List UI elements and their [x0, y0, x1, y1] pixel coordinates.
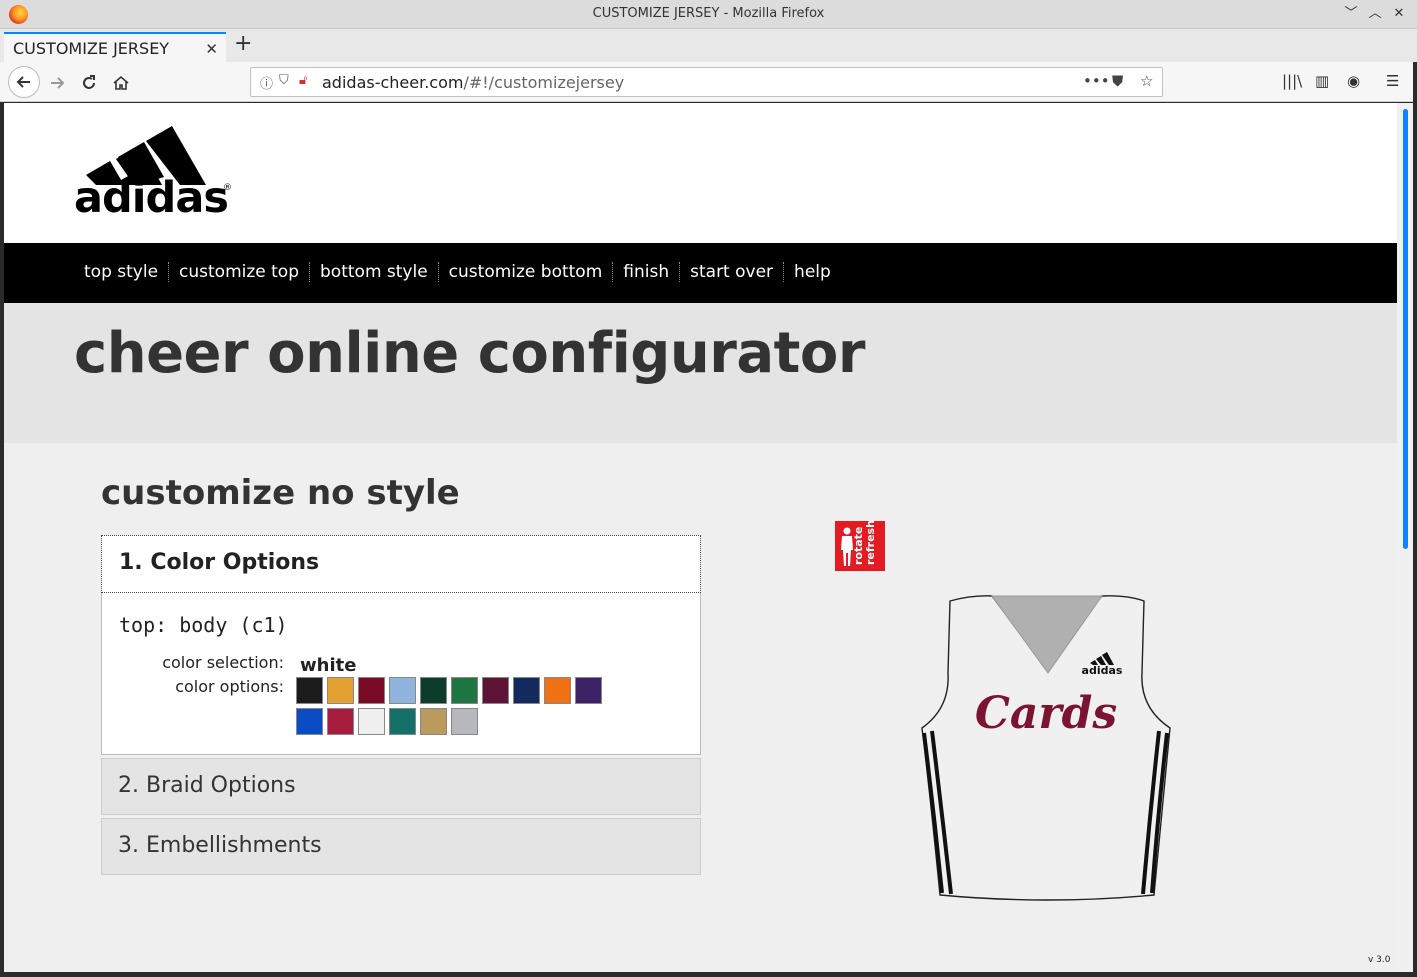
swatch-cardinal[interactable]	[327, 708, 354, 735]
shield-icon[interactable]: ⛉	[279, 73, 289, 88]
navigation-toolbar: ⓘ ⛉ 🔓︎ adidas-cheer.com/#!/customizejers…	[0, 62, 1417, 102]
refresh-label: refresh	[864, 520, 877, 565]
tab-label: CUSTOMIZE JERSEY	[13, 39, 170, 58]
swatch-white[interactable]	[358, 708, 385, 735]
part-title: top: body (c1)	[119, 613, 288, 637]
tab-customize-jersey[interactable]: CUSTOMIZE JERSEY ✕	[4, 32, 226, 62]
tab-bar: CUSTOMIZE JERSEY ✕	[0, 29, 1417, 62]
window-titlebar: CUSTOMIZE JERSEY - Mozilla Firefox ﹀ ︿ ✕	[0, 0, 1417, 29]
section-title: customize no style	[101, 473, 460, 513]
close-window-icon[interactable]: ✕	[1389, 4, 1409, 24]
braid-options-header[interactable]: 2. Braid Options	[101, 758, 701, 815]
rotate-refresh-text: rotate refresh	[852, 520, 877, 565]
jersey-team-text: Cards	[975, 688, 1117, 739]
site-header: adidas ®	[4, 103, 1397, 243]
sidebar-icon[interactable]: ▥	[1315, 72, 1329, 90]
jersey-preview: adidas Cards	[921, 595, 1171, 901]
bookmark-star-icon[interactable]: ☆	[1140, 72, 1153, 90]
swatch-burgundy[interactable]	[482, 677, 509, 704]
swatch-teal[interactable]	[389, 708, 416, 735]
home-icon[interactable]	[106, 68, 136, 98]
swatch-vegas-gold[interactable]	[420, 708, 447, 735]
reload-icon[interactable]	[74, 68, 104, 98]
page-content: adidas ® top style customize top bottom …	[4, 103, 1397, 972]
account-icon[interactable]: ◉	[1347, 72, 1360, 90]
color-options-panel: top: body (c1) color selection: white co…	[101, 593, 701, 755]
jersey-brand-text: adidas	[1082, 664, 1123, 677]
window-frame-right	[1413, 62, 1417, 977]
color-selection-label: color selection:	[162, 653, 284, 672]
options-accordion: 1. Color Options top: body (c1) color se…	[101, 535, 701, 875]
url-bar[interactable]: ⓘ ⛉ 🔓︎ adidas-cheer.com/#!/customizejers…	[250, 67, 1163, 97]
banner: cheer online configurator	[4, 303, 1397, 443]
swatch-navy[interactable]	[513, 677, 540, 704]
main-nav: top style customize top bottom style cus…	[4, 243, 1397, 303]
color-selection-value: white	[300, 655, 357, 676]
embellishments-header[interactable]: 3. Embellishments	[101, 818, 701, 875]
insecure-lock-icon[interactable]: 🔓︎	[299, 73, 307, 88]
new-tab-icon[interactable]: +	[234, 33, 252, 55]
color-options-header[interactable]: 1. Color Options	[101, 535, 701, 593]
menu-icon[interactable]: ☰	[1386, 72, 1399, 90]
swatch-black[interactable]	[296, 677, 323, 704]
version-label: v 3.0	[1368, 955, 1391, 965]
swatch-kelly-green[interactable]	[451, 677, 478, 704]
url-domain: adidas-cheer.com	[322, 73, 464, 92]
forward-icon[interactable]	[42, 68, 72, 98]
adidas-wordmark: adidas	[74, 173, 229, 223]
nav-customize-top[interactable]: customize top	[168, 262, 309, 282]
swatch-purple[interactable]	[575, 677, 602, 704]
info-icon[interactable]: ⓘ	[260, 73, 273, 92]
nav-help[interactable]: help	[783, 262, 841, 282]
page-scrollbar[interactable]	[1397, 103, 1413, 972]
library-icon[interactable]: |||\	[1282, 72, 1302, 90]
back-icon[interactable]	[8, 66, 40, 98]
maximize-icon[interactable]: ︿	[1365, 4, 1385, 24]
page-actions-icon[interactable]: •••	[1083, 72, 1110, 90]
swatch-orange[interactable]	[544, 677, 571, 704]
nav-finish[interactable]: finish	[612, 262, 679, 282]
color-options-label: color options:	[175, 677, 284, 696]
swatch-dark-green[interactable]	[420, 677, 447, 704]
url-text[interactable]: adidas-cheer.com/#!/customizejersey	[322, 73, 624, 92]
close-tab-icon[interactable]: ✕	[205, 40, 218, 58]
swatch-royal-blue[interactable]	[296, 708, 323, 735]
nav-top-style[interactable]: top style	[74, 262, 168, 282]
url-path: /#!/customizejersey	[463, 73, 625, 92]
scrollbar-thumb[interactable]	[1403, 109, 1408, 549]
swatch-silver[interactable]	[451, 708, 478, 735]
swatch-light-blue[interactable]	[389, 677, 416, 704]
minimize-icon[interactable]: ﹀	[1341, 4, 1361, 24]
rotate-refresh-button[interactable]: rotate refresh	[835, 520, 885, 571]
pocket-icon[interactable]: ⛊	[1112, 72, 1123, 90]
swatch-maroon[interactable]	[358, 677, 385, 704]
page-title: cheer online configurator	[74, 321, 866, 386]
nav-start-over[interactable]: start over	[679, 262, 783, 282]
window-title: CUSTOMIZE JERSEY - Mozilla Firefox	[592, 6, 825, 21]
nav-customize-bottom[interactable]: customize bottom	[437, 262, 613, 282]
registered-mark: ®	[223, 183, 232, 193]
window-frame-bottom	[0, 972, 1417, 977]
swatch-gold[interactable]	[327, 677, 354, 704]
nav-bottom-style[interactable]: bottom style	[309, 262, 438, 282]
